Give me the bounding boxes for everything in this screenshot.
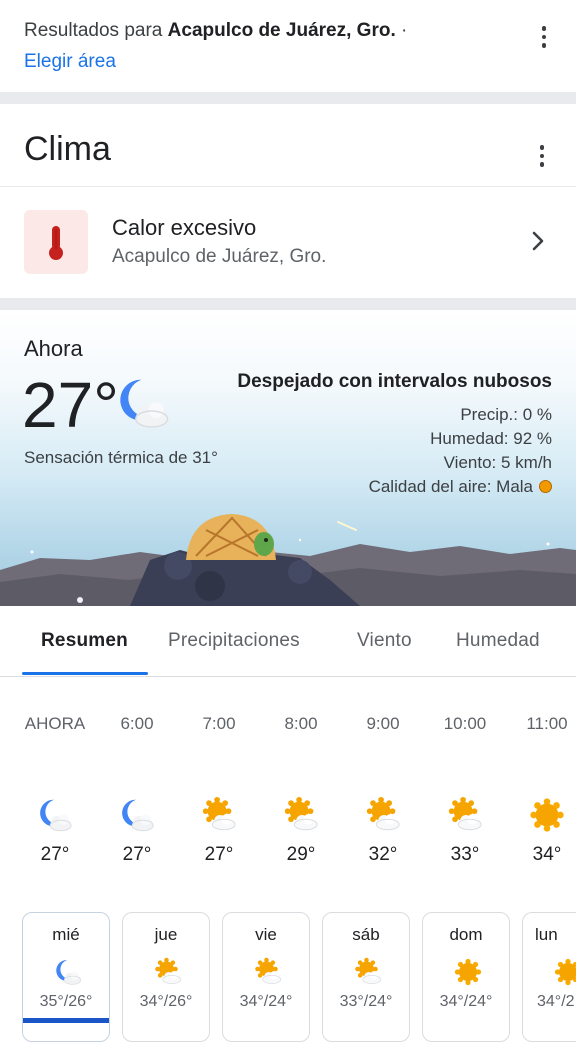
alert-thumbnail — [24, 210, 88, 274]
day-name: vie — [255, 925, 277, 944]
alert-location: Acapulco de Juárez, Gro. — [112, 246, 327, 267]
day-temp-range: 34°/24° — [439, 993, 493, 1010]
tab-viento[interactable]: Viento — [357, 630, 412, 652]
wind-text: Viento: 5 km/h — [443, 453, 552, 472]
air-quality-row: Calidad del aire: Mala — [369, 477, 552, 497]
sun-cloud-icon — [153, 957, 183, 987]
sun-icon — [553, 957, 576, 987]
hour-temp: 27° — [204, 844, 234, 865]
hour-time: 8:00 — [284, 714, 318, 733]
hour-time: 6:00 — [120, 714, 154, 733]
moon-cloud-icon — [36, 796, 74, 834]
results-location: Acapulco de Juárez, Gro. — [167, 20, 396, 41]
day-temp-range: 33°/24° — [339, 993, 393, 1010]
hour-temp: 33° — [450, 844, 480, 865]
day-name: sáb — [352, 925, 380, 944]
day-name: lun — [535, 925, 558, 944]
tab-resumen[interactable]: Resumen — [41, 630, 128, 652]
hour-time: 9:00 — [366, 714, 400, 733]
hour-temp: 27° — [40, 844, 70, 865]
night-landscape-illustration — [0, 514, 576, 606]
sun-cloud-icon — [282, 796, 320, 834]
moon-cloud-icon — [118, 796, 156, 834]
sun-cloud-icon — [446, 796, 484, 834]
day-temp-range: 34°/2 — [537, 993, 575, 1010]
sun-icon — [453, 957, 483, 987]
weather-more-options-icon[interactable] — [537, 145, 547, 167]
alert-title: Calor excesivo — [112, 215, 257, 240]
selected-day-indicator — [23, 1018, 109, 1023]
hour-time: 10:00 — [443, 714, 487, 733]
air-quality-text: Calidad del aire: Mala — [368, 477, 533, 496]
current-temperature: 27° — [22, 369, 119, 441]
hour-temp: 34° — [532, 844, 562, 865]
day-card[interactable]: jue 34°/26° — [122, 912, 210, 1042]
tab-humedad[interactable]: Humedad — [456, 630, 540, 652]
choose-area-link[interactable]: Elegir área — [24, 51, 116, 73]
hour-temp: 27° — [122, 844, 152, 865]
precipitation-text: Precip.: 0 % — [460, 405, 552, 424]
divider — [0, 298, 576, 310]
now-label: Ahora — [24, 336, 83, 361]
sun-cloud-icon — [253, 957, 283, 987]
day-name: dom — [449, 925, 483, 944]
hour-time: 7:00 — [202, 714, 236, 733]
day-name: mié — [52, 925, 80, 944]
results-for-text: Resultados para Acapulco de Juárez, Gro.… — [24, 20, 407, 42]
day-card[interactable]: dom 34°/24° — [422, 912, 510, 1042]
hour-temp: 29° — [286, 844, 316, 865]
day-card[interactable]: lun 34°/2 — [522, 912, 576, 1042]
weather-title: Clima — [24, 130, 111, 168]
sun-cloud-icon — [353, 957, 383, 987]
tab-precipitaciones[interactable]: Precipitaciones — [168, 630, 300, 652]
condition-text: Despejado con intervalos nubosos — [237, 371, 552, 392]
hour-temp: 32° — [368, 844, 398, 865]
day-card[interactable]: mié 35°/26° — [22, 912, 110, 1042]
day-temp-range: 34°/26° — [139, 993, 193, 1010]
day-temp-range: 35°/26° — [39, 993, 93, 1010]
weather-tabs: Resumen Precipitaciones Viento Humedad — [0, 606, 576, 677]
chevron-right-icon — [532, 231, 544, 251]
results-more-options-icon[interactable] — [539, 26, 549, 48]
active-tab-indicator — [22, 672, 148, 675]
hour-time: AHORA — [24, 714, 86, 733]
weather-card-header: Clima — [0, 104, 576, 187]
hour-time: 11:00 — [526, 714, 568, 733]
feels-like-text: Sensación térmica de 31° — [24, 448, 218, 467]
heat-alert-row[interactable]: Calor excesivo Acapulco de Juárez, Gro. — [0, 187, 576, 297]
day-card[interactable]: vie 34°/24° — [222, 912, 310, 1042]
humidity-text: Humedad: 92 % — [430, 429, 552, 448]
day-name: jue — [154, 925, 178, 944]
current-weather-panel: Ahora 27° Sensación térmica de 31° Despe… — [0, 310, 576, 606]
results-prefix: Resultados para — [24, 20, 168, 41]
sun-cloud-icon — [364, 796, 402, 834]
air-quality-dot — [539, 480, 552, 493]
results-suffix: · — [395, 20, 408, 41]
moon-cloud-icon — [53, 957, 83, 987]
divider — [0, 92, 576, 104]
day-card[interactable]: sáb 33°/24° — [322, 912, 410, 1042]
sun-cloud-icon — [200, 796, 238, 834]
results-header: Resultados para Acapulco de Juárez, Gro.… — [0, 0, 576, 92]
thermometer-icon — [49, 226, 63, 260]
day-temp-range: 34°/24° — [239, 993, 293, 1010]
sun-icon — [528, 796, 566, 834]
moon-cloud-icon — [114, 374, 172, 432]
